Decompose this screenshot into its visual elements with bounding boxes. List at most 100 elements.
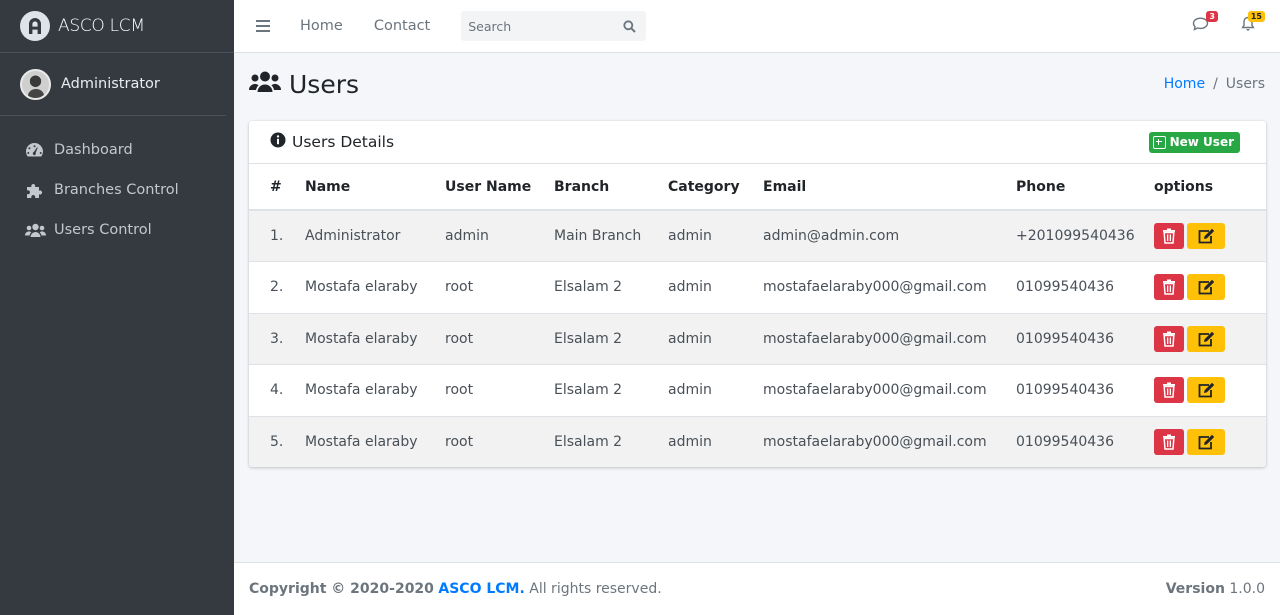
brand-link[interactable]: ASCO LCM	[0, 0, 234, 53]
user-branch: Elsalam 2	[554, 382, 623, 399]
user-category: admin	[668, 330, 712, 347]
user-category: admin	[668, 279, 712, 296]
user-username: root	[445, 382, 474, 399]
new-user-button[interactable]: New User	[1148, 131, 1240, 153]
trash-icon	[1163, 228, 1175, 244]
column-header: Branch	[554, 178, 610, 195]
row-number: 5.	[270, 434, 284, 450]
messages-button[interactable]: 3	[1191, 11, 1218, 36]
notifications-button[interactable]: 15	[1238, 11, 1265, 36]
sidebar-item-branches-control[interactable]: Branches Control	[0, 170, 234, 210]
table-row: 1. Administrator admin Main Branch admin admi…	[249, 210, 1266, 262]
sidebar: ASCO LCM Administrator Dashboard Branche…	[0, 0, 234, 615]
row-number: 4.	[270, 382, 284, 399]
user-panel[interactable]: Administrator	[0, 53, 226, 116]
column-header: Email	[763, 178, 807, 195]
breadcrumb-home-link[interactable]: Home	[1164, 76, 1205, 92]
copyright-text: Copyright © 2020-2020	[249, 581, 434, 597]
trash-icon	[1163, 331, 1175, 347]
search-input[interactable]	[468, 18, 619, 34]
user-username: admin	[445, 228, 489, 244]
avatar	[20, 68, 51, 100]
sidebar-item-users-control[interactable]: Users Control	[0, 210, 234, 250]
table-header-row: # Name User Name Branch Category Email P…	[249, 164, 1266, 210]
version-label: Version	[1165, 581, 1225, 597]
user-username: root	[445, 330, 474, 347]
user-username: root	[445, 279, 474, 296]
user-full-name: Mostafa elaraby	[305, 330, 418, 347]
user-category: admin	[668, 434, 712, 450]
edit-button[interactable]	[1187, 429, 1225, 455]
table-row: 4. Mostafa elaraby root Elsalam 2 admin mosta…	[249, 364, 1266, 417]
delete-button[interactable]	[1154, 325, 1184, 352]
sidebar-item-label: Users Control	[54, 222, 152, 238]
menu-toggle-icon[interactable]	[256, 20, 270, 32]
user-email: mostafaelaraby000@gmail.com	[763, 279, 987, 296]
search-icon[interactable]	[618, 15, 640, 37]
user-email: mostafaelaraby000@gmail.com	[763, 382, 987, 399]
version-number: 1.0.0	[1229, 581, 1265, 597]
card-header: Users Details New User	[249, 121, 1266, 164]
user-name: Administrator	[61, 76, 160, 92]
user-full-name: Mostafa elaraby	[305, 434, 418, 450]
sidebar-item-dashboard[interactable]: Dashboard	[0, 130, 234, 170]
user-phone: 01099540436	[1016, 434, 1114, 450]
page-title: Users	[289, 69, 360, 99]
row-number: 3.	[270, 330, 284, 347]
table-row: 3. Mostafa elaraby root Elsalam 2 admin mosta…	[249, 313, 1266, 365]
edit-button[interactable]	[1187, 325, 1225, 352]
puzzle-icon	[25, 182, 46, 198]
user-branch: Elsalam 2	[554, 434, 623, 450]
user-phone: 01099540436	[1016, 279, 1114, 296]
user-email: mostafaelaraby000@gmail.com	[763, 434, 987, 450]
delete-button[interactable]	[1154, 429, 1184, 455]
edit-button[interactable]	[1187, 377, 1225, 404]
footer-brand-link[interactable]: ASCO LCM.	[438, 581, 524, 597]
nav-link-home[interactable]: Home	[300, 18, 343, 34]
trash-icon	[1163, 279, 1175, 295]
delete-button[interactable]	[1154, 223, 1184, 249]
sidebar-item-label: Branches Control	[54, 182, 179, 198]
column-header: User Name	[445, 178, 532, 195]
user-branch: Elsalam 2	[554, 279, 623, 296]
users-icon	[25, 222, 46, 238]
row-number: 1.	[270, 228, 284, 244]
user-full-name: Mostafa elaraby	[305, 382, 418, 399]
column-header: options	[1154, 178, 1214, 195]
user-phone: 01099540436	[1016, 382, 1114, 399]
top-navbar: Home Contact 3 15	[234, 0, 1280, 53]
brand-logo-icon	[20, 11, 50, 41]
delete-button[interactable]	[1154, 274, 1184, 301]
user-category: admin	[668, 382, 712, 399]
trash-icon	[1163, 382, 1175, 398]
delete-button[interactable]	[1154, 377, 1184, 404]
column-header: Name	[305, 178, 351, 195]
user-phone: +201099540436	[1016, 228, 1135, 244]
new-user-label: New User	[1169, 135, 1234, 149]
row-actions	[1154, 416, 1266, 467]
user-email: admin@admin.com	[763, 228, 900, 244]
search-box	[461, 11, 647, 41]
user-phone: 01099540436	[1016, 330, 1114, 347]
content-header: Users Home / Users	[249, 66, 1265, 102]
column-header: Phone	[1016, 178, 1066, 195]
edit-icon	[1198, 280, 1215, 295]
row-actions	[1154, 262, 1266, 314]
edit-button[interactable]	[1187, 223, 1225, 249]
user-username: root	[445, 434, 474, 450]
footer: Copyright © 2020-2020 ASCO LCM. All righ…	[234, 562, 1280, 615]
tachometer-icon	[25, 142, 46, 158]
row-actions	[1154, 210, 1266, 262]
edit-icon	[1198, 331, 1215, 347]
users-icon	[249, 70, 281, 98]
edit-icon	[1198, 228, 1215, 244]
brand-name: ASCO LCM	[58, 16, 145, 36]
notifications-badge: 15	[1247, 11, 1265, 22]
edit-button[interactable]	[1187, 274, 1225, 301]
table-row: 5. Mostafa elaraby root Elsalam 2 admin mosta…	[249, 416, 1266, 467]
user-branch: Main Branch	[554, 228, 642, 244]
nav-link-contact[interactable]: Contact	[374, 18, 430, 34]
column-header: Category	[668, 178, 740, 195]
user-full-name: Administrator	[305, 228, 401, 244]
plus-square-icon	[1152, 135, 1166, 149]
